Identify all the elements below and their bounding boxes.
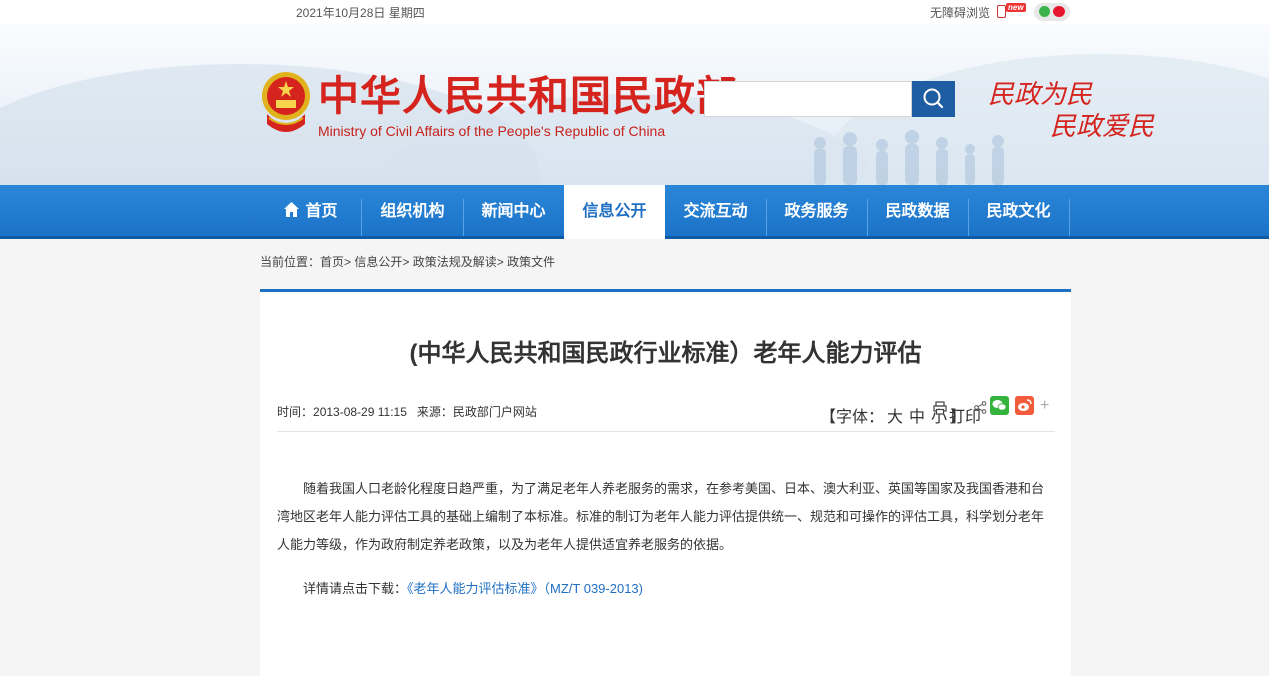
download-paragraph: 详情请点击下载：《老年人能力评估标准》（MZ/T 039-2013) [277,575,1055,603]
current-date: 2021年10月28日 星期四 [296,6,425,20]
site-title: 中华人民共和国民政部 [318,73,738,119]
breadcrumb-separator: > [496,255,504,269]
article-card: (中华人民共和国民政行业标准）老年人能力评估 时间：2013-08-29 11:… [260,289,1071,676]
breadcrumb-item-policy[interactable]: 政策法规及解读 [413,255,497,269]
search-button[interactable] [912,81,955,117]
nav-separator [1069,199,1070,239]
download-link[interactable]: 《老年人能力评估标准》（MZ/T 039-2013) [407,581,643,596]
font-label-open: 【字体： [820,409,885,426]
wechat-share-icon[interactable] [990,396,1009,415]
breadcrumb-prefix: 当前位置： [260,255,321,269]
time-label: 时间： [277,405,314,419]
national-emblem-icon [262,72,310,132]
breadcrumb-separator: > [402,255,410,269]
article-paragraph: 随着我国人口老龄化程度日趋严重，为了满足老年人养老服务的需求，在参考美国、日本、… [277,481,1045,552]
site-header: 中华人民共和国民政部 Ministry of Civil Affairs of … [0,24,1269,185]
article-info: 时间：2013-08-29 11:15 来源：民政部门户网站 [277,403,537,420]
weibo-glyph-icon [1018,399,1032,411]
wechat-glyph-icon [992,400,1007,411]
site-subtitle: Ministry of Civil Affairs of the People'… [318,123,666,139]
search-input[interactable] [704,81,912,117]
breadcrumb-item-info[interactable]: 信息公开 [354,255,402,269]
weibo-icon[interactable] [1053,6,1065,17]
breadcrumb-item-documents[interactable]: 政策文件 [507,255,555,269]
main-navigation: 首页 组织机构 新闻中心 信息公开 交流互动 政务服务 民政数据 民政文化 [0,185,1269,239]
people-silhouette-icon [814,130,1004,185]
nav-item-interaction[interactable]: 交流互动 [665,185,766,239]
print-icon[interactable] [933,401,947,415]
download-prefix: 详情请点击下载： [303,581,408,596]
font-medium-button[interactable]: 中 [909,409,925,426]
top-utility-bar: 2021年10月28日 星期四 无障碍浏览 new [0,0,1269,24]
search-icon [923,88,944,109]
article-title: (中华人民共和国民政行业标准）老年人能力评估 [409,340,922,367]
nav-item-news[interactable]: 新闻中心 [463,185,564,239]
article-meta: 时间：2013-08-29 11:15 来源：民政部门户网站 【字体：大中小】 打… [277,396,1055,432]
nav-item-label: 首页 [305,203,338,220]
nav-item-culture[interactable]: 民政文化 [968,185,1069,239]
publish-time: 2013-08-29 11:15 [313,405,407,419]
accessibility-link[interactable]: 无障碍浏览 [930,4,990,21]
more-share-icon[interactable]: + [1040,397,1049,415]
nav-item-home[interactable]: 首页 [260,185,361,239]
home-icon [284,202,300,217]
breadcrumb-separator: > [344,255,352,269]
article-source: 民政部门户网站 [452,405,537,419]
breadcrumb-item-home[interactable]: 首页 [320,255,344,269]
weibo-share-icon[interactable] [1015,396,1034,415]
source-label: 来源： [416,405,453,419]
new-badge: new [1006,3,1026,12]
font-large-button[interactable]: 大 [887,409,903,426]
share-icon[interactable] [974,401,987,414]
nav-item-organization[interactable]: 组织机构 [362,185,463,239]
nav-item-info-disclosure[interactable]: 信息公开 [564,185,665,239]
slogan-line-2: 民政爱民 [1050,112,1155,142]
nav-item-gov-services[interactable]: 政务服务 [766,185,867,239]
wechat-icon[interactable] [1039,6,1050,17]
nav-item-data[interactable]: 民政数据 [867,185,968,239]
breadcrumb: 当前位置：首页> 信息公开> 政策法规及解读> 政策文件 [260,253,555,270]
mobile-icon[interactable] [997,5,1006,18]
